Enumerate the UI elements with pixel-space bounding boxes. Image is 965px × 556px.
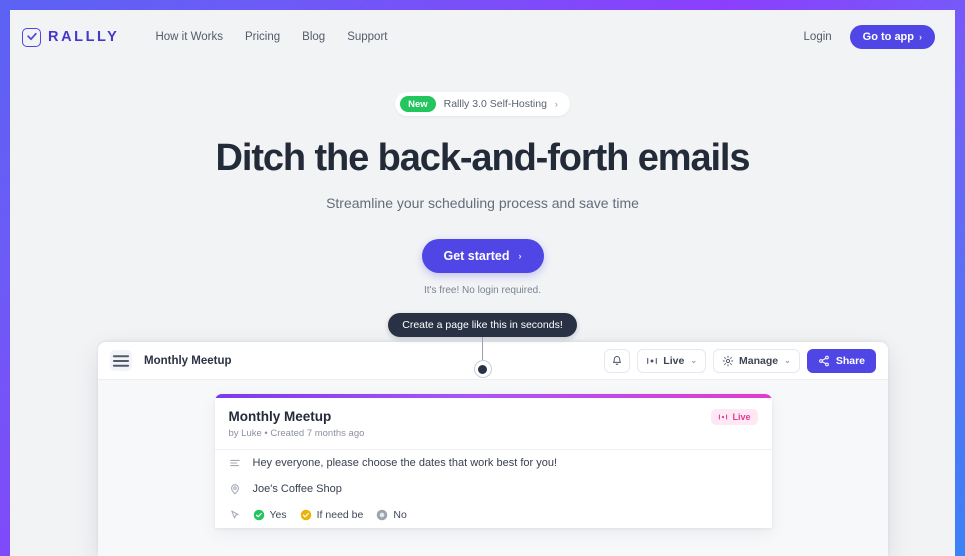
- map-pin-icon: [229, 483, 242, 495]
- tooltip-callout: Create a page like this in seconds!: [10, 313, 955, 378]
- poll-live-label: Live: [732, 412, 751, 422]
- legend-label-if-need-be: If need be: [316, 509, 364, 521]
- brand-logo[interactable]: RALLLY: [22, 27, 120, 47]
- legend-item-no: No: [376, 509, 407, 521]
- poll-description-row: Hey everyone, please choose the dates th…: [215, 450, 772, 476]
- announcement-pill[interactable]: New Rallly 3.0 Self-Hosting ›: [395, 92, 570, 116]
- announcement-text: Rallly 3.0 Self-Hosting: [443, 98, 547, 110]
- chevron-right-icon: ›: [554, 99, 558, 109]
- live-indicator-icon: [718, 413, 728, 421]
- free-note: It's free! No login required.: [424, 284, 541, 296]
- poll-legend-row: Yes If need be No: [215, 502, 772, 528]
- legend-label-yes: Yes: [269, 509, 287, 521]
- legend-item-if-need-be: If need be: [300, 509, 364, 521]
- app-content-area: Monthly Meetup by Luke • Created 7 month…: [98, 380, 888, 556]
- check-circle-icon: [253, 509, 265, 521]
- nav-link-support[interactable]: Support: [347, 31, 387, 43]
- align-left-icon: [229, 457, 242, 469]
- chevron-right-icon: ›: [919, 32, 922, 42]
- announcement-badge: New: [400, 96, 436, 112]
- go-to-app-button[interactable]: Go to app ›: [849, 25, 935, 49]
- cursor-click-icon: [229, 509, 242, 521]
- page-subtitle: Streamline your scheduling process and s…: [326, 194, 639, 211]
- get-started-button[interactable]: Get started ›: [421, 238, 544, 273]
- hero-section: New Rallly 3.0 Self-Hosting › Ditch the …: [10, 64, 955, 296]
- poll-description: Hey everyone, please choose the dates th…: [252, 457, 558, 469]
- poll-location: Joe's Coffee Shop: [252, 483, 342, 495]
- poll-meta: by Luke • Created 7 months ago: [228, 428, 365, 439]
- brand-name: RALLLY: [48, 29, 120, 45]
- poll-location-row: Joe's Coffee Shop: [215, 476, 772, 502]
- nav-links: How it Works Pricing Blog Support: [155, 31, 387, 43]
- vote-legend: Yes If need be No: [253, 509, 407, 521]
- tooltip-content: Create a page like this in seconds!: [388, 313, 577, 337]
- browser-frame: RALLLY How it Works Pricing Blog Support…: [0, 0, 965, 556]
- tooltip-anchor-dot: [473, 360, 492, 378]
- calendar-check-icon: [22, 27, 41, 47]
- landing-page: RALLLY How it Works Pricing Blog Support…: [10, 10, 955, 556]
- nav-link-pricing[interactable]: Pricing: [245, 31, 280, 43]
- nav-link-how-it-works[interactable]: How it Works: [155, 31, 223, 43]
- login-link[interactable]: Login: [804, 31, 832, 43]
- poll-live-badge: Live: [711, 409, 758, 425]
- page-title: Ditch the back-and-forth emails: [215, 137, 751, 179]
- poll-card-header: Monthly Meetup by Luke • Created 7 month…: [214, 398, 772, 450]
- top-navigation: RALLLY How it Works Pricing Blog Support…: [10, 10, 955, 64]
- legend-item-yes: Yes: [253, 509, 287, 521]
- chevron-right-icon: ›: [518, 250, 522, 261]
- nav-right-actions: Login Go to app ›: [804, 25, 935, 49]
- legend-label-no: No: [393, 509, 407, 521]
- x-circle-icon: [376, 509, 388, 521]
- check-circle-icon: [300, 509, 312, 521]
- tooltip-connector: [481, 337, 484, 362]
- go-to-app-label: Go to app: [862, 31, 914, 43]
- nav-link-blog[interactable]: Blog: [302, 31, 325, 43]
- poll-card: Monthly Meetup by Luke • Created 7 month…: [214, 394, 772, 528]
- get-started-label: Get started: [443, 248, 510, 263]
- poll-title: Monthly Meetup: [228, 409, 332, 424]
